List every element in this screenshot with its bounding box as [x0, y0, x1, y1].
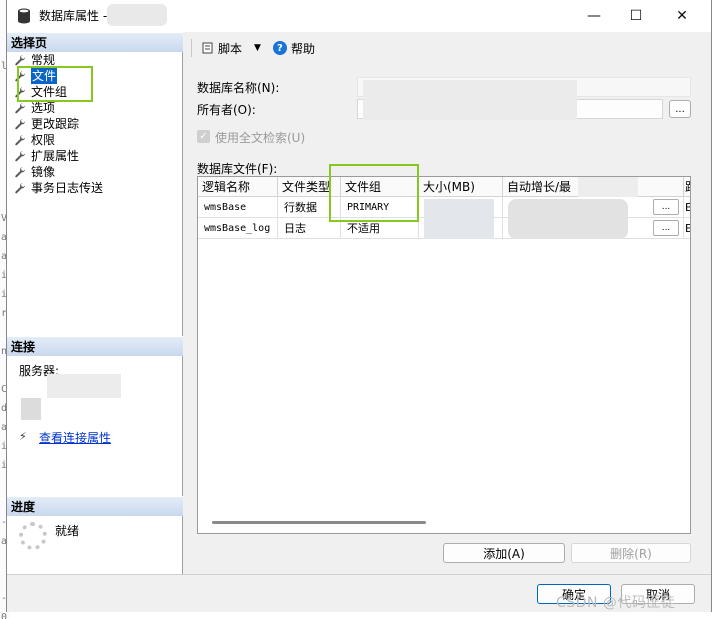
nav-item[interactable]: 扩展属性 — [13, 148, 103, 164]
redacted-owner — [363, 80, 577, 120]
remove-button[interactable]: 删除(R) — [571, 543, 691, 563]
plug-icon: ⚡ — [19, 430, 27, 443]
column-header-logical-name[interactable]: 逻辑名称 — [198, 177, 278, 197]
row2-path[interactable]: E — [684, 218, 690, 239]
database-files-grid: 逻辑名称 文件类型 文件组 大小(MB) 自动增长/最 路 wmsBase 行数… — [197, 176, 691, 534]
close-button[interactable]: ✕ — [659, 0, 705, 32]
db-name-label: 数据库名称(N): — [197, 81, 280, 95]
nav-item-label: 权限 — [31, 133, 56, 147]
connection-header: 连接 — [7, 336, 183, 356]
nav-item-label: 镜像 — [31, 165, 56, 179]
nav-item[interactable]: 事务日志传送 — [13, 180, 103, 196]
watermark: CSDN @代码匪徒 — [556, 595, 676, 611]
toolbar-separator — [191, 39, 192, 57]
view-connection-properties-link[interactable]: 查看连接属性 — [39, 429, 111, 446]
minimize-button[interactable]: — — [571, 0, 617, 32]
maximize-button[interactable]: ☐ — [613, 0, 659, 32]
title-bar: 数据库属性 - — ☐ ✕ — [7, 0, 711, 32]
minimize-icon: — — [587, 8, 601, 24]
help-button[interactable]: ? 帮助 — [272, 40, 315, 57]
add-button[interactable]: 添加(A) — [443, 543, 565, 563]
script-icon — [202, 42, 213, 54]
help-icon: ? — [272, 41, 287, 55]
nav-item[interactable]: 选项 — [13, 100, 103, 116]
select-page-header: 选择页 — [7, 32, 183, 52]
nav-item[interactable]: 更改跟踪 — [13, 116, 103, 132]
progress-status: 就绪 — [55, 524, 80, 538]
wrench-icon — [13, 117, 27, 131]
redacted-autogrowth — [508, 199, 628, 239]
progress-header: 进度 — [7, 496, 183, 516]
maximize-icon: ☐ — [629, 8, 643, 24]
redacted-server — [47, 374, 121, 398]
row1-path[interactable]: E — [684, 197, 690, 218]
wrench-icon — [13, 181, 27, 195]
annotation-highlight-filegroup — [329, 164, 419, 222]
script-button[interactable]: 脚本 ▼ — [202, 40, 261, 57]
wrench-icon — [13, 53, 27, 67]
wrench-icon — [13, 165, 27, 179]
column-header-size[interactable]: 大小(MB) — [419, 177, 503, 197]
redacted-size — [424, 199, 494, 239]
redacted-header — [578, 177, 638, 197]
nav-item[interactable]: 镜像 — [13, 164, 103, 180]
left-pane: 选择页 常规 文件 文件组 选项 更改跟踪 权限 扩展属性 镜像 事务日志传送 连接 服务器: … — [7, 32, 183, 574]
script-label: 脚本 — [218, 41, 243, 56]
progress-spinner-icon — [19, 522, 47, 550]
database-properties-dialog: 数据库属性 - — ☐ ✕ 选择页 常规 文件 文件组 选项 更改跟踪 权限 扩展属性 镜像事… — [6, 0, 712, 612]
database-icon — [18, 8, 30, 24]
wrench-icon — [13, 133, 27, 147]
row2-logical-name[interactable]: wmsBase_log — [198, 218, 278, 239]
files-label: 数据库文件(F): — [197, 162, 278, 176]
horizontal-scrollbar[interactable] — [212, 521, 426, 524]
nav-item-label: 选项 — [31, 101, 56, 115]
close-icon: ✕ — [676, 8, 688, 24]
owner-label: 所有者(O): — [197, 103, 256, 117]
fulltext-label: 使用全文检索(U) — [215, 131, 306, 145]
wrench-icon — [13, 101, 27, 115]
help-label: 帮助 — [290, 41, 315, 56]
nav-item-label: 扩展属性 — [31, 149, 80, 163]
annotation-highlight-files — [17, 66, 93, 102]
toolbar: 脚本 ▼ ? 帮助 — [191, 38, 315, 58]
redacted-db-name — [107, 4, 167, 26]
row1-autogrowth-browse-button[interactable]: ... — [653, 199, 679, 215]
row2-autogrowth-browse-button[interactable]: ... — [653, 220, 679, 236]
nav-item-label: 事务日志传送 — [31, 181, 104, 195]
window-title: 数据库属性 - — [39, 9, 108, 23]
chevron-down-icon[interactable]: ▼ — [254, 43, 261, 53]
column-header-path[interactable]: 路 — [684, 177, 690, 197]
wrench-icon — [13, 149, 27, 163]
nav-item-label: 更改跟踪 — [31, 117, 80, 131]
owner-browse-button[interactable]: ... — [669, 100, 691, 118]
row1-logical-name[interactable]: wmsBase — [198, 197, 278, 218]
nav-item[interactable]: 权限 — [13, 132, 103, 148]
redacted-server-2 — [21, 398, 41, 420]
fulltext-checkbox[interactable]: ✓ — [197, 130, 210, 143]
